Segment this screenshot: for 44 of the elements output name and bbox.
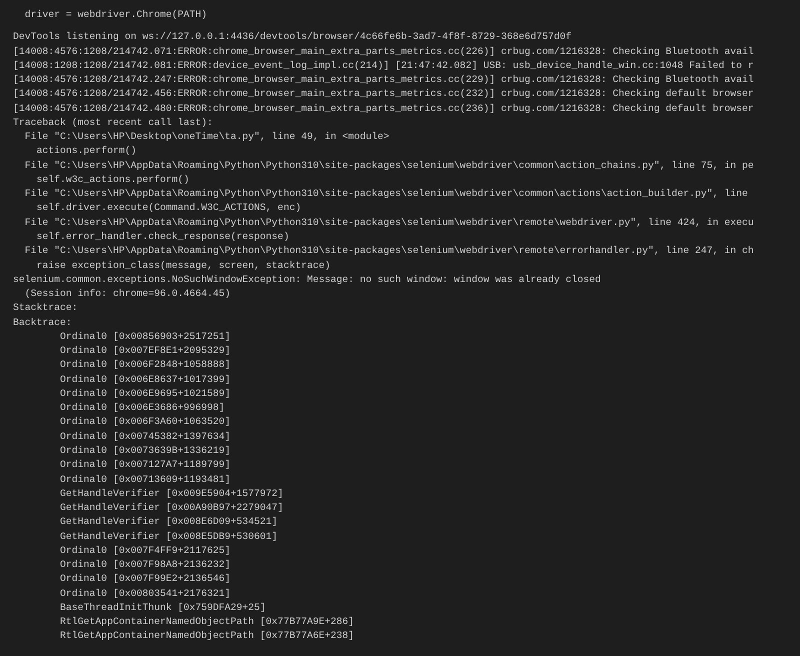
terminal-line: Ordinal0 [0x0073639B+1336219] xyxy=(59,444,231,458)
terminal-line: Traceback (most recent call last): xyxy=(13,116,213,130)
terminal-line: Ordinal0 [0x00803541+2176321] xyxy=(59,586,231,601)
terminal-line: Ordinal0 [0x007F99E2+2136546] xyxy=(59,572,231,586)
terminal-line: [14008:1208:1208/214742.081:ERROR:device_event_log_impl.cc(214)] [21:47:42.082] USB: usb_device_handle_win.cc:1048 Failed to r xyxy=(13,58,754,73)
terminal-line: Ordinal0 [0x007127A7+1189799] xyxy=(59,458,231,472)
terminal-line: Ordinal0 [0x00745382+1397634] xyxy=(59,430,231,444)
terminal-line: self.driver.execute(Command.W3C_ACTIONS, enc) xyxy=(36,201,302,216)
terminal-line: BaseThreadInitThunk [0x759DFA29+25] xyxy=(59,600,266,615)
terminal-line: RtlGetAppContainerNamedObjectPath [0x77B77A6E+238] xyxy=(59,629,354,644)
terminal-line: Stacktrace: xyxy=(13,301,78,316)
terminal-line: actions.perform() xyxy=(36,144,136,158)
terminal-line: self.w3c_actions.perform() xyxy=(36,172,190,187)
terminal-line: GetHandleVerifier [0x009E5904+1577972] xyxy=(59,486,284,501)
terminal-line: self.error_handler.check_response(response) xyxy=(36,230,290,244)
terminal-line: GetHandleVerifier [0x00A90B97+2279047] xyxy=(59,501,284,516)
terminal-line: File "C:\Users\HP\AppData\Roaming\Python\Python310\site-packages\selenium\webdriver\common\actions\action_builder.py", line xyxy=(24,187,748,202)
terminal-line: Ordinal0 [0x006F3A60+1063520] xyxy=(59,415,231,430)
terminal-line: [14008:4576:1208/214742.456:ERROR:chrome_browser_main_extra_parts_metrics.cc(232)] crbug.com/1216328: Checking default browser xyxy=(13,87,754,102)
terminal-line: Ordinal0 [0x007F4FF9+2117625] xyxy=(59,544,231,558)
terminal-line: Ordinal0 [0x006F2848+1058888] xyxy=(59,358,231,372)
terminal-line: RtlGetAppContainerNamedObjectPath [0x77B77A9E+286] xyxy=(59,615,354,630)
terminal-line: raise exception_class(message, screen, stacktrace) xyxy=(36,258,330,273)
terminal-line: Backtrace: xyxy=(13,316,72,330)
terminal-line: [14008:4576:1208/214742.480:ERROR:chrome_browser_main_extra_parts_metrics.cc(236)] crbug.com/1216328: Checking default browser xyxy=(13,102,754,116)
terminal-line: Ordinal0 [0x007EF8E1+2095329] xyxy=(59,344,231,358)
terminal-line: File "C:\Users\HP\AppData\Roaming\Python\Python310\site-packages\selenium\webdriver\common\action_chains.py", line 75, in pe xyxy=(24,158,754,173)
terminal-line: (Session info: chrome=96.0.4664.45) xyxy=(24,287,231,302)
terminal-line: Ordinal0 [0x007F98A8+2136232] xyxy=(59,558,231,572)
terminal-line: Ordinal0 [0x006E9695+1021589] xyxy=(59,386,231,401)
terminal-line: [14008:4576:1208/214742.247:ERROR:chrome_browser_main_extra_parts_metrics.cc(229)] crbug.com/1216328: Checking Bluetooth avail xyxy=(13,73,754,88)
terminal-line: Ordinal0 [0x006E8637+1017399] xyxy=(59,372,231,387)
terminal-line: File "C:\Users\HP\Desktop\oneTime\ta.py", line 49, in <module> xyxy=(24,130,390,144)
terminal-line: File "C:\Users\HP\AppData\Roaming\Python\Python310\site-packages\selenium\webdriver\remote\webdriver.py", line 424, in execu xyxy=(24,216,754,230)
terminal-line: driver = webdriver.Chrome(PATH) xyxy=(24,8,208,22)
terminal-line: Ordinal0 [0x00856903+2517251] xyxy=(59,330,231,344)
terminal-line: GetHandleVerifier [0x008E6D09+534521] xyxy=(59,515,278,530)
terminal-line: selenium.common.exceptions.NoSuchWindowException: Message: no such window: window was already closed xyxy=(13,272,601,287)
terminal-line: Ordinal0 [0x00713609+1193481] xyxy=(59,472,231,486)
terminal-line: [14008:4576:1208/214742.071:ERROR:chrome_browser_main_extra_parts_metrics.cc(226)] crbug.com/1216328: Checking Bluetooth avail xyxy=(13,44,754,59)
terminal-line: File "C:\Users\HP\AppData\Roaming\Python\Python310\site-packages\selenium\webdriver\remote\errorhandler.py", line 247, in ch xyxy=(24,244,754,258)
terminal-line: Ordinal0 [0x006E3686+996998] xyxy=(59,401,225,416)
terminal-line: GetHandleVerifier [0x008E5DB9+530601] xyxy=(59,530,278,544)
terminal-line: DevTools listening on ws://127.0.0.1:4436/devtools/browser/4c66fe6b-3ad7-4f8f-8729-368e6d757d0f xyxy=(13,30,572,44)
